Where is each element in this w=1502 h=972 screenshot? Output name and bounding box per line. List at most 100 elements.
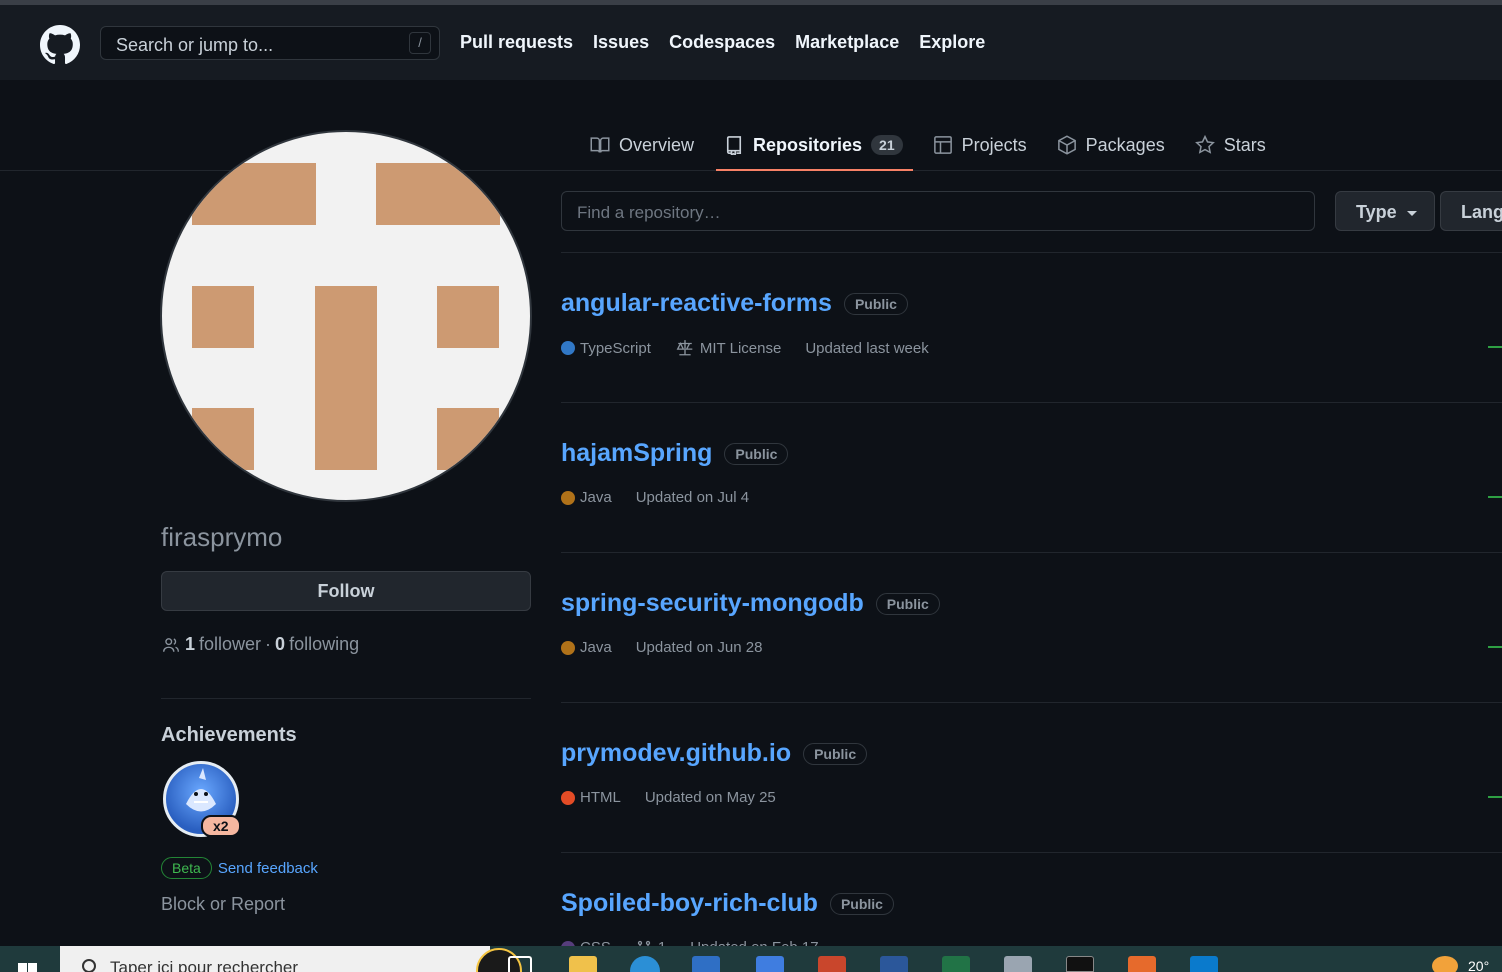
book-icon (590, 137, 610, 153)
nav-explore[interactable]: Explore (919, 32, 985, 53)
repo-item: angular-reactive-forms Public TypeScript… (561, 252, 1502, 402)
activity-sparkline (1488, 796, 1502, 798)
visibility-badge: Public (724, 442, 789, 465)
avatar-block (437, 286, 499, 348)
terminal-icon[interactable] (1066, 956, 1094, 972)
activity-sparkline (1488, 496, 1502, 498)
block-or-report-link[interactable]: Block or Report (161, 894, 285, 915)
task-view-icon[interactable] (508, 956, 532, 972)
find-repository-input[interactable]: Find a repository… (561, 191, 1315, 231)
avatar-block (192, 286, 254, 348)
repo-language: Java (580, 639, 612, 656)
tab-overview[interactable]: Overview (580, 120, 704, 170)
visibility-badge: Public (875, 592, 940, 615)
search-icon (82, 959, 96, 972)
language-color-dot (561, 640, 575, 655)
language-filter-button[interactable]: Language (1440, 191, 1502, 231)
star-icon (1194, 135, 1215, 154)
weather-icon[interactable] (1432, 956, 1458, 972)
windows-taskbar: Taper ici pour rechercher 20° (0, 946, 1502, 972)
find-repository-placeholder: Find a repository… (577, 203, 721, 222)
followers-count[interactable]: 1 (185, 634, 195, 655)
profile-avatar[interactable] (160, 130, 532, 502)
repositories-count: 21 (871, 135, 903, 155)
github-logo-icon[interactable] (40, 25, 80, 65)
avatar-block (437, 408, 499, 470)
repo-name-link[interactable]: spring-security-mongodb (561, 589, 864, 618)
global-search-input[interactable]: Search or jump to... / (100, 26, 440, 60)
profile-tabs: Overview Repositories 21 Projects Packag… (580, 120, 1286, 171)
tab-packages[interactable]: Packages (1047, 120, 1175, 170)
edge-browser-icon[interactable] (630, 956, 660, 972)
repo-item: spring-security-mongodb Public Java Upda… (561, 552, 1502, 702)
file-explorer-icon[interactable] (569, 956, 597, 972)
caret-down-icon (1406, 210, 1417, 216)
tab-projects-label: Projects (961, 134, 1027, 155)
word-icon[interactable] (880, 956, 908, 972)
temperature-readout: 20° (1468, 958, 1490, 972)
nav-pull-requests[interactable]: Pull requests (460, 32, 573, 53)
taskbar-search-input[interactable]: Taper ici pour rechercher (60, 946, 522, 972)
tab-overview-label: Overview (619, 134, 695, 155)
tab-repositories[interactable]: Repositories 21 (714, 120, 913, 171)
search-shortcut-key: / (409, 32, 431, 54)
profile-username: firasprymo (161, 522, 283, 552)
avatar-block (376, 163, 500, 225)
law-icon (676, 340, 693, 356)
tab-packages-label: Packages (1085, 134, 1165, 155)
visibility-badge: Public (803, 742, 868, 765)
repo-meta: Java Updated on Jun 28 (561, 639, 762, 656)
language-filter-label: Language (1461, 202, 1502, 222)
repo-meta: HTML Updated on May 25 (561, 789, 776, 806)
follow-button[interactable]: Follow (161, 571, 531, 611)
sidebar-divider (161, 698, 531, 699)
achievement-badge[interactable]: x2 (163, 761, 241, 839)
achievements-beta-row: Beta Send feedback (161, 857, 318, 879)
following-count[interactable]: 0 (275, 634, 285, 655)
achievements-title: Achievements (161, 724, 297, 746)
global-header: Search or jump to... / Pull requests Iss… (0, 5, 1502, 80)
tab-projects[interactable]: Projects (923, 120, 1037, 170)
nav-codespaces[interactable]: Codespaces (669, 32, 775, 53)
windows-start-icon[interactable] (18, 960, 38, 972)
global-nav: Pull requests Issues Codespaces Marketpl… (460, 32, 985, 53)
followers-link[interactable]: follower (199, 634, 261, 655)
powerpoint-icon[interactable] (818, 956, 846, 972)
app-icon[interactable] (756, 956, 784, 972)
avatar-block (192, 163, 316, 225)
repo-name-link[interactable]: hajamSpring (561, 439, 712, 468)
mail-icon[interactable] (692, 956, 720, 972)
nav-issues[interactable]: Issues (593, 32, 649, 53)
following-link[interactable]: following (289, 634, 359, 655)
search-placeholder: Search or jump to... (116, 35, 274, 55)
send-feedback-link[interactable]: Send feedback (218, 860, 318, 877)
language-color-dot (561, 490, 575, 505)
repo-updated: Updated on Jul 4 (635, 489, 750, 506)
language-color-dot (561, 341, 575, 355)
type-filter-button[interactable]: Type (1335, 191, 1435, 231)
repo-updated: Updated last week (805, 339, 929, 357)
excel-icon[interactable] (942, 956, 970, 972)
achievement-multiplier: x2 (201, 815, 241, 837)
package-icon (1057, 135, 1076, 155)
repo-license[interactable]: MIT License (700, 340, 781, 357)
vscode-icon[interactable] (1190, 956, 1218, 972)
activity-sparkline (1488, 346, 1502, 348)
notepad-icon[interactable] (1004, 956, 1032, 972)
repo-name-link[interactable]: prymodev.github.io (561, 739, 791, 768)
xampp-icon[interactable] (1128, 956, 1156, 972)
repo-name-link[interactable]: Spoiled-boy-rich-club (561, 889, 818, 918)
repo-item: hajamSpring Public Java Updated on Jul 4 (561, 402, 1502, 552)
avatar-block (192, 408, 254, 470)
repo-name-link[interactable]: angular-reactive-forms (561, 289, 832, 318)
tab-stars[interactable]: Stars (1185, 120, 1276, 170)
repository-list: angular-reactive-forms Public TypeScript… (561, 252, 1502, 972)
beta-badge: Beta (161, 857, 212, 879)
type-filter-label: Type (1356, 202, 1397, 222)
nav-marketplace[interactable]: Marketplace (795, 32, 899, 53)
follow-separator: · (265, 634, 272, 654)
repo-updated: Updated on May 25 (644, 789, 776, 806)
avatar-block (315, 286, 377, 470)
repo-item: prymodev.github.io Public HTML Updated o… (561, 702, 1502, 852)
visibility-badge: Public (829, 892, 894, 915)
